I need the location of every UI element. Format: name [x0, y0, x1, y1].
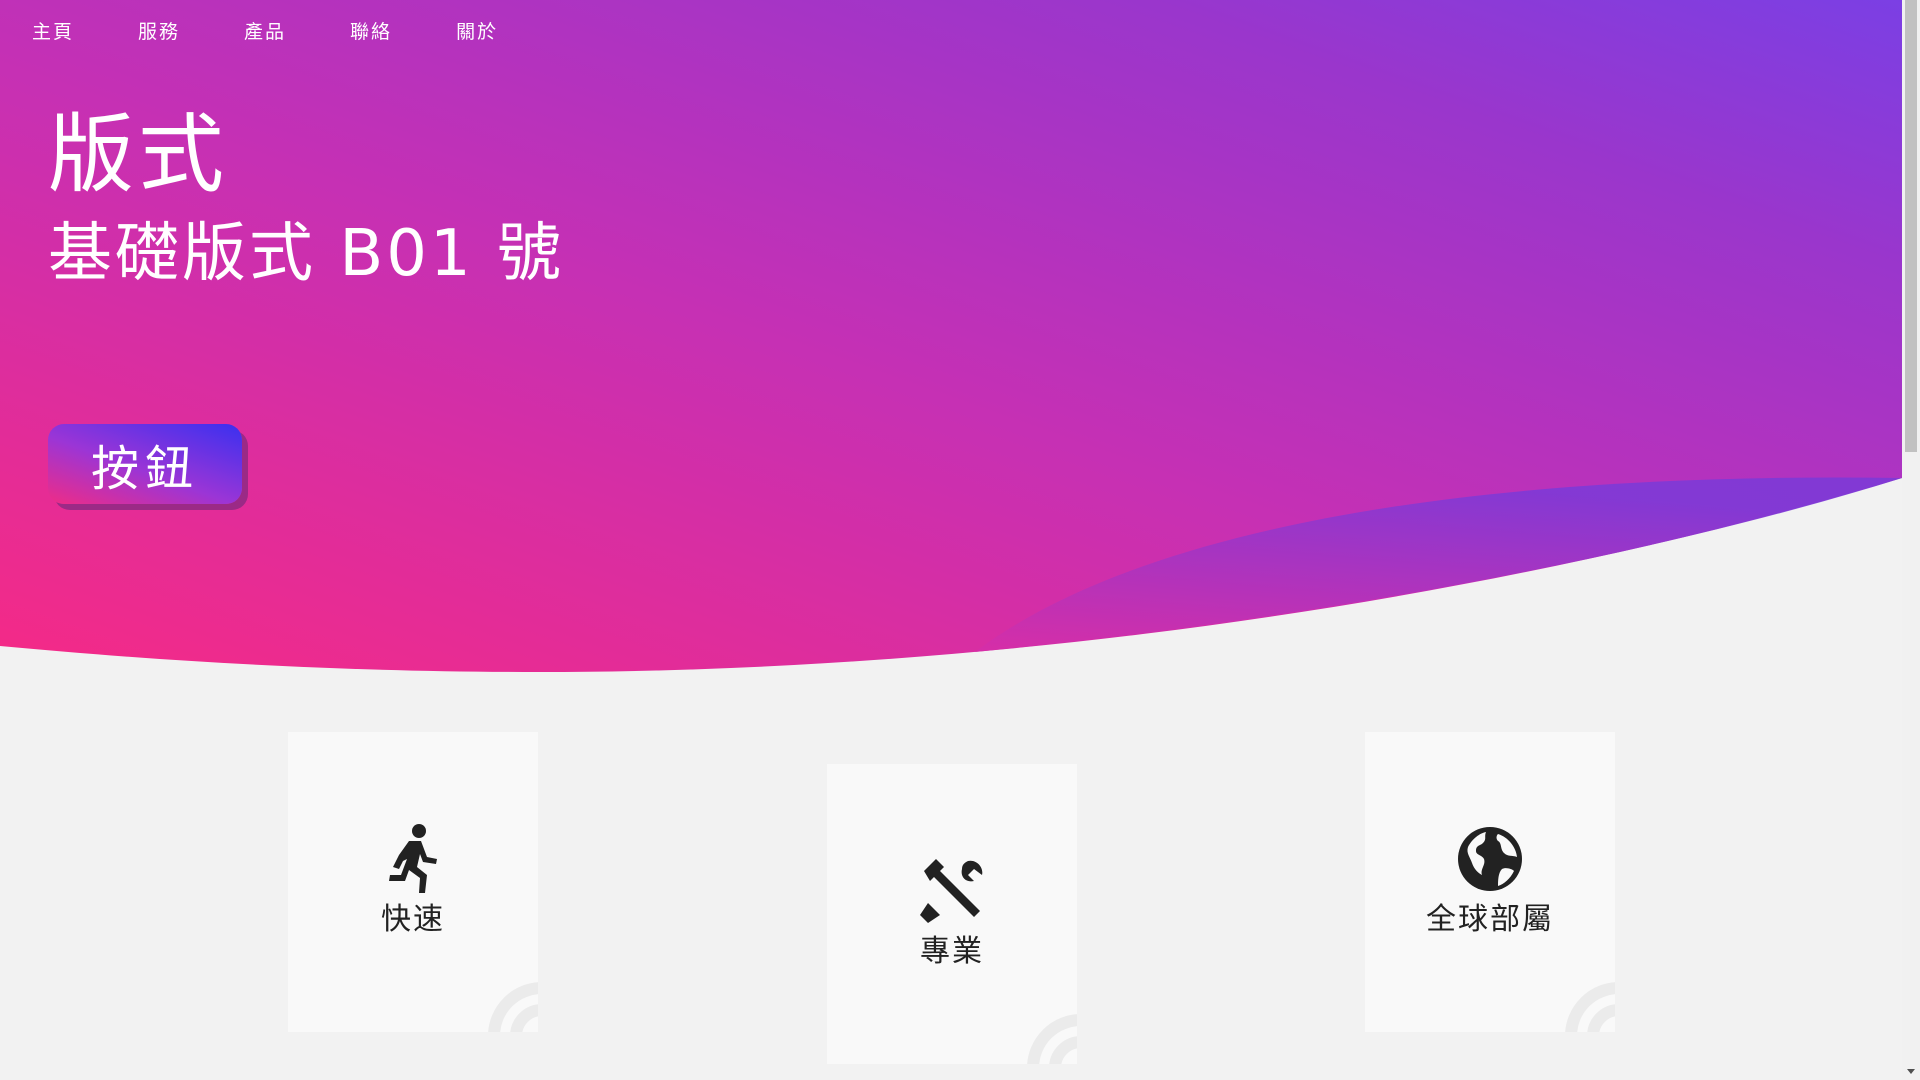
running-person-icon: [378, 824, 448, 894]
hero-background: [0, 0, 1902, 672]
feature-card-professional: 專業: [827, 764, 1077, 1064]
nav-item-products[interactable]: 產品: [244, 17, 286, 44]
page: 主頁 服務 產品 聯絡 關於 版式 基礎版式 B01 號 按鈕 快速 專業 全球…: [0, 0, 1920, 1080]
tools-icon: [917, 856, 987, 926]
nav-item-contact[interactable]: 聯絡: [350, 17, 392, 44]
feature-label-fast: 快速: [381, 902, 445, 937]
scrollbar-thumb[interactable]: [1905, 0, 1917, 452]
nav-item-services[interactable]: 服務: [138, 17, 180, 44]
feature-label-professional: 專業: [920, 934, 984, 969]
hero-cta-button[interactable]: 按鈕: [48, 424, 242, 504]
decorative-arc: [1027, 1014, 1077, 1064]
feature-label-global: 全球部屬: [1426, 902, 1554, 937]
scroll-down-arrow-icon[interactable]: [1907, 1069, 1915, 1074]
hero-section: 主頁 服務 產品 聯絡 關於 版式 基礎版式 B01 號 按鈕: [0, 0, 1902, 680]
feature-card-global: 全球部屬: [1365, 732, 1615, 1032]
top-nav: 主頁 服務 產品 聯絡 關於: [0, 0, 562, 60]
vertical-scrollbar[interactable]: [1902, 0, 1920, 1080]
hero-subtitle: 基礎版式 B01 號: [48, 217, 565, 291]
feature-card-fast: 快速: [288, 732, 538, 1032]
decorative-arc: [488, 982, 538, 1032]
hero-title: 版式: [48, 105, 228, 205]
nav-item-about[interactable]: 關於: [456, 17, 498, 44]
nav-item-home[interactable]: 主頁: [32, 17, 74, 44]
globe-icon: [1455, 824, 1525, 894]
decorative-arc: [1565, 982, 1615, 1032]
